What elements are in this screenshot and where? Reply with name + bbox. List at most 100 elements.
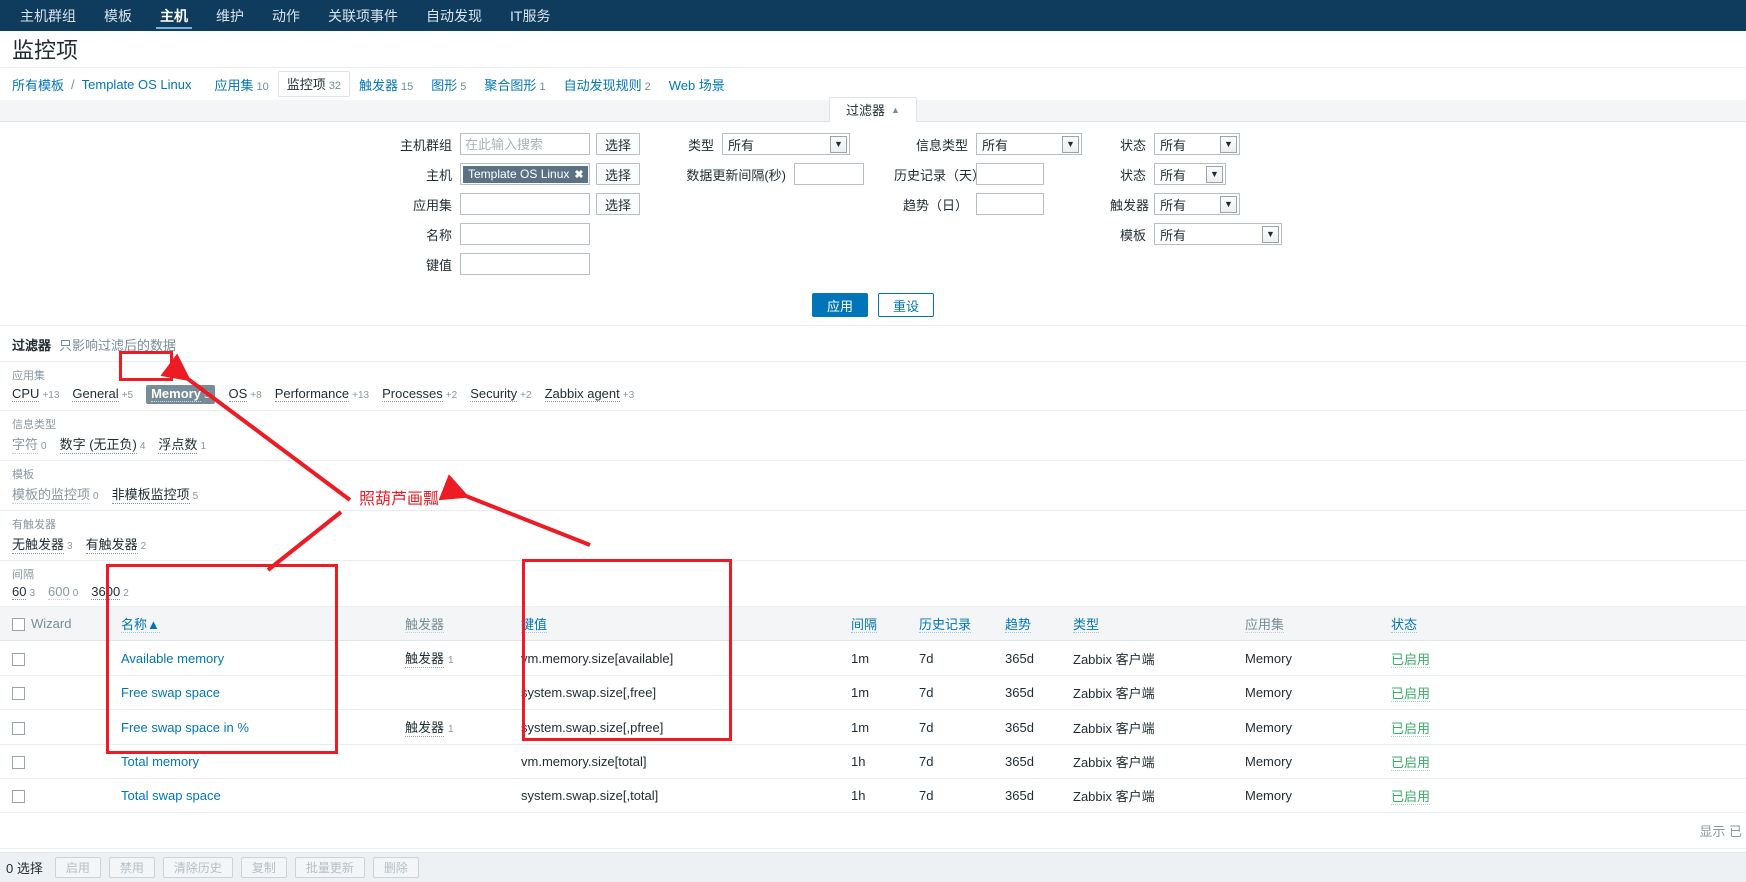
subfilter-tag-os[interactable]: OS +8	[228, 386, 262, 402]
subfilter-tag-label: 浮点数	[158, 434, 198, 454]
state-select[interactable]: 所有 ▼	[1154, 163, 1227, 185]
update-interval-label: 数据更新间隔(秒)	[686, 167, 787, 183]
subfilter-tag-security[interactable]: Security +2	[470, 386, 532, 402]
item-name-link[interactable]: Free swap space in %	[121, 720, 249, 735]
update-interval-input[interactable]	[794, 163, 865, 185]
subfilter-tag-memory[interactable]: Memory 5	[146, 385, 215, 404]
title-bar: 监控项	[0, 31, 1746, 68]
status-badge[interactable]: 已启用	[1391, 686, 1431, 702]
breadcrumb-all-templates[interactable]: 所有模板	[12, 75, 64, 94]
item-name-link[interactable]: Total memory	[121, 754, 199, 769]
subfilter-tag-interval-3600[interactable]: 3600 2	[91, 584, 129, 600]
subfilter-tag-processes[interactable]: Processes +2	[382, 386, 457, 402]
subfilter-tag-numeric-unsigned[interactable]: 数字 (无正负) 4	[59, 434, 145, 454]
subfilter-tag-count: 1	[200, 441, 206, 452]
history-input[interactable]	[976, 163, 1045, 185]
item-name-link[interactable]: Total swap space	[121, 788, 221, 803]
application-select-button[interactable]: 选择	[596, 193, 641, 215]
breadcrumb-host-template[interactable]: Template OS Linux	[82, 77, 192, 92]
topnav-item-hosts[interactable]: 主机	[146, 0, 202, 31]
topnav-item-templates[interactable]: 模板	[90, 0, 146, 31]
column-application-label[interactable]: 应用集	[1245, 617, 1285, 633]
value-type-select[interactable]: 所有 ▼	[976, 133, 1083, 155]
disable-button[interactable]: 禁用	[108, 857, 155, 878]
host-multiselect[interactable]: Template OS Linux ✖	[460, 163, 590, 185]
row-trigger-cell: 触发器 1	[405, 709, 521, 745]
row-checkbox[interactable]	[12, 652, 25, 666]
tab-screens[interactable]: 聚合图形 1	[475, 75, 554, 94]
copy-button[interactable]: 复制	[240, 857, 287, 878]
type-select[interactable]: 所有 ▼	[722, 133, 851, 155]
tab-items[interactable]: 监控项 32	[277, 71, 351, 97]
subfilter-tag-performance[interactable]: Performance +13	[274, 386, 369, 402]
close-icon[interactable]: ✖	[574, 168, 583, 181]
column-name-label[interactable]: 名称▲	[121, 617, 160, 633]
subfilter-tag-cpu[interactable]: CPU +13	[12, 386, 59, 402]
row-checkbox[interactable]	[12, 756, 25, 770]
mass-update-button[interactable]: 批量更新	[294, 857, 365, 878]
topnav-item-hostgroups[interactable]: 主机群组	[6, 0, 90, 31]
tab-web-scenarios[interactable]: Web 场景	[660, 75, 734, 94]
subfilter-tag-with-triggers[interactable]: 有触发器 2	[85, 534, 146, 554]
row-checkbox[interactable]	[12, 790, 25, 804]
host-group-select-button[interactable]: 选择	[596, 133, 641, 155]
subfilter-tag-label: 600	[48, 584, 70, 600]
name-input[interactable]	[460, 223, 590, 245]
enable-button[interactable]: 启用	[54, 857, 101, 878]
trends-input[interactable]	[976, 193, 1045, 215]
topnav-item-discovery[interactable]: 自动发现	[412, 0, 496, 31]
select-all-checkbox[interactable]	[12, 618, 25, 632]
row-trigger-link[interactable]: 触发器	[405, 717, 445, 737]
topnav-item-itservices[interactable]: IT服务	[496, 0, 564, 31]
tab-graphs[interactable]: 图形 5	[422, 75, 475, 94]
clear-history-button[interactable]: 清除历史	[162, 857, 233, 878]
topnav-item-actions[interactable]: 动作	[258, 0, 314, 31]
topnav-item-correlation[interactable]: 关联项事件	[314, 0, 412, 31]
row-wizard-cell	[31, 640, 121, 676]
subfilter-tag-interval-60[interactable]: 60 3	[12, 584, 35, 600]
tab-triggers[interactable]: 触发器 15	[350, 75, 422, 94]
subfilter-tag-numeric-float[interactable]: 浮点数 1	[158, 434, 206, 454]
tab-applications[interactable]: 应用集 10	[205, 75, 277, 94]
template-select[interactable]: 所有 ▼	[1154, 223, 1283, 245]
status-badge[interactable]: 已启用	[1391, 789, 1431, 805]
status-badge[interactable]: 已启用	[1391, 720, 1431, 737]
host-select-button[interactable]: 选择	[596, 163, 641, 185]
key-input[interactable]	[460, 253, 590, 275]
tab-discovery-rules[interactable]: 自动发现规则 2	[555, 75, 660, 94]
status-badge[interactable]: 已启用	[1391, 755, 1431, 771]
row-name-cell: Total swap space	[121, 778, 405, 813]
action-bar: 0 选择 启用 禁用 清除历史 复制 批量更新 删除	[0, 852, 1746, 882]
status-select[interactable]: 所有 ▼	[1154, 133, 1241, 155]
application-input[interactable]	[460, 193, 590, 215]
column-status-label[interactable]: 状态	[1391, 617, 1418, 633]
apply-button[interactable]: 应用	[811, 293, 868, 317]
column-type-label[interactable]: 类型	[1073, 617, 1100, 633]
column-triggers-label[interactable]: 触发器	[405, 617, 445, 633]
item-name-link[interactable]: Available memory	[121, 651, 224, 666]
column-key-label[interactable]: 键值	[521, 617, 548, 633]
column-interval-label[interactable]: 间隔	[851, 617, 878, 633]
subfilter-tag-label: Security	[470, 386, 518, 402]
state-select-value: 所有	[1160, 167, 1187, 183]
row-type-cell: Zabbix 客户端	[1073, 709, 1245, 745]
subfilter-tag-count: 5	[203, 390, 210, 401]
topnav-item-maintenance[interactable]: 维护	[202, 0, 258, 31]
subfilter-tag-general[interactable]: General +5	[72, 386, 133, 402]
item-name-link[interactable]: Free swap space	[121, 685, 220, 700]
status-badge[interactable]: 已启用	[1391, 651, 1431, 668]
row-trigger-link[interactable]: 触发器	[405, 648, 445, 668]
row-interval-cell: 1h	[851, 778, 919, 813]
column-trends-label[interactable]: 趋势	[1005, 617, 1032, 633]
row-checkbox[interactable]	[12, 721, 25, 735]
triggers-select[interactable]: 所有 ▼	[1154, 193, 1241, 215]
filter-tab[interactable]: 过滤器 ▲	[829, 97, 917, 122]
column-history-label[interactable]: 历史记录	[919, 617, 972, 633]
reset-button[interactable]: 重设	[878, 293, 935, 317]
delete-button[interactable]: 删除	[372, 857, 419, 878]
host-group-input[interactable]	[460, 133, 590, 155]
subfilter-tag-not-templated-items[interactable]: 非模板监控项 5	[111, 484, 198, 504]
subfilter-tag-without-triggers[interactable]: 无触发器 3	[12, 534, 73, 554]
row-checkbox[interactable]	[12, 687, 25, 701]
subfilter-tag-zabbix-agent[interactable]: Zabbix agent +3	[544, 386, 634, 402]
